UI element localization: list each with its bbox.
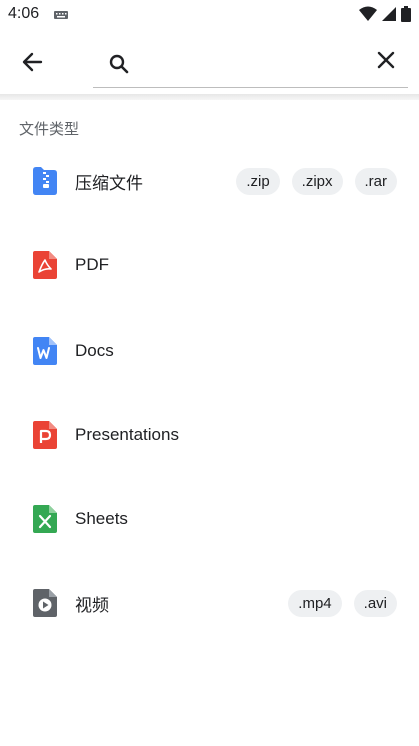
chip-zipx[interactable]: .zipx bbox=[291, 167, 343, 195]
keyboard-icon bbox=[54, 11, 68, 19]
type-label: Presentations bbox=[75, 425, 179, 444]
extension-chips: .zip .zipx .rar bbox=[236, 167, 397, 195]
signal-icon bbox=[382, 7, 396, 21]
chip-rar[interactable]: .rar bbox=[354, 167, 397, 195]
search-box[interactable] bbox=[93, 44, 408, 88]
arrow-left-icon bbox=[22, 52, 43, 72]
header-divider bbox=[0, 94, 419, 100]
zip-icon bbox=[33, 167, 57, 195]
status-time: 4:06 bbox=[8, 5, 40, 22]
wifi-icon bbox=[359, 6, 377, 21]
type-row-archive[interactable]: 压缩文件 .zip .zipx .rar bbox=[0, 146, 419, 216]
back-button[interactable] bbox=[14, 46, 50, 78]
docs-icon bbox=[33, 337, 57, 365]
search-header bbox=[0, 30, 419, 94]
system-icons bbox=[359, 6, 411, 22]
section-header: 文件类型 bbox=[19, 121, 80, 138]
close-icon bbox=[377, 51, 395, 69]
type-row-docs[interactable]: Docs bbox=[0, 316, 419, 386]
type-row-sheets[interactable]: Sheets bbox=[0, 484, 419, 554]
type-label: PDF bbox=[75, 255, 109, 274]
type-row-pdf[interactable]: PDF bbox=[0, 230, 419, 300]
type-label: Docs bbox=[75, 341, 114, 360]
search-icon bbox=[109, 54, 129, 74]
sheets-icon bbox=[33, 505, 57, 533]
slides-icon bbox=[33, 421, 57, 449]
pdf-icon bbox=[33, 251, 57, 279]
type-row-presentations[interactable]: Presentations bbox=[0, 400, 419, 470]
chip-avi[interactable]: .avi bbox=[353, 589, 397, 617]
search-input[interactable] bbox=[137, 50, 361, 80]
video-icon bbox=[33, 589, 57, 617]
chip-mp4[interactable]: .mp4 bbox=[288, 589, 342, 617]
type-label: Sheets bbox=[75, 509, 128, 528]
type-label: 视频 bbox=[75, 595, 109, 615]
status-bar: 4:06 bbox=[0, 0, 419, 30]
type-row-video[interactable]: 视频 .mp4 .avi bbox=[0, 568, 419, 638]
battery-icon bbox=[401, 6, 411, 22]
type-label: 压缩文件 bbox=[75, 173, 143, 193]
extension-chips: .mp4 .avi bbox=[288, 589, 397, 617]
chip-zip[interactable]: .zip bbox=[236, 167, 280, 195]
clear-search-button[interactable] bbox=[372, 46, 400, 74]
